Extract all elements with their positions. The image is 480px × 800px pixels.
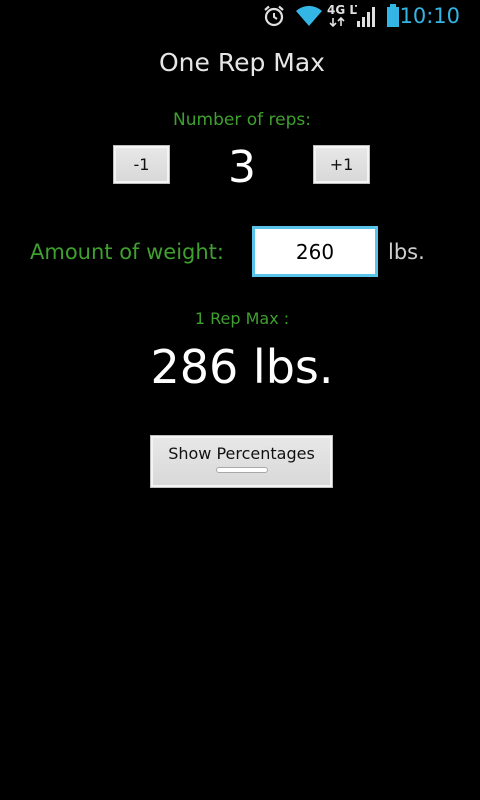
show-percentages-button[interactable]: Show Percentages xyxy=(150,435,333,488)
weight-input[interactable] xyxy=(252,226,378,277)
increment-reps-button[interactable]: +1 xyxy=(313,145,370,184)
toggle-indicator xyxy=(215,467,268,473)
one-rep-max-label: 1 Rep Max : xyxy=(194,309,290,328)
status-bar: 4G LTE 10:10 xyxy=(0,0,480,32)
weight-unit-label: lbs. xyxy=(388,240,425,264)
lte-icon-text: 4G LTE xyxy=(327,3,357,17)
show-percentages-label: Show Percentages xyxy=(168,444,315,463)
signal-icon xyxy=(356,4,378,32)
wifi-icon xyxy=(295,4,323,32)
page-title: One Rep Max xyxy=(159,48,325,77)
weight-label: Amount of weight: xyxy=(30,240,224,264)
decrement-reps-button[interactable]: -1 xyxy=(113,145,170,184)
reps-label: Number of reps: xyxy=(173,110,311,130)
one-rep-max-value: 286 lbs. xyxy=(150,340,334,394)
app-screen: 4G LTE 10:10 One Rep Max Number of reps:… xyxy=(0,0,480,800)
reps-value: 3 xyxy=(228,142,256,193)
lte-icon: 4G LTE xyxy=(327,2,371,32)
alarm-icon xyxy=(262,4,286,32)
status-time: 10:10 xyxy=(399,4,460,28)
battery-icon xyxy=(386,4,400,32)
